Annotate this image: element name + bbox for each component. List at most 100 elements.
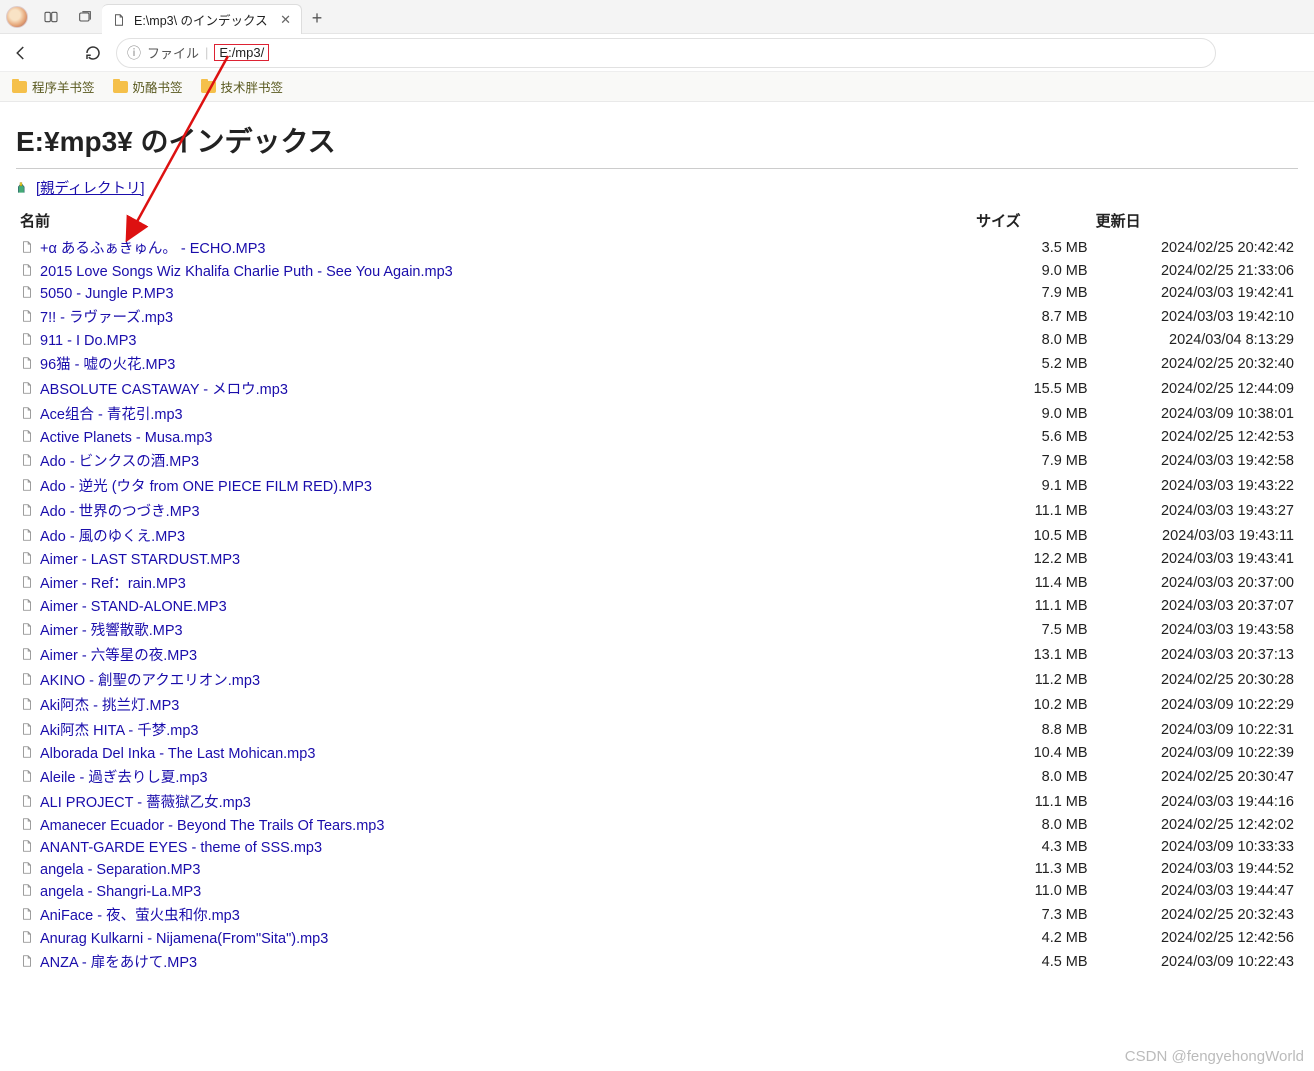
bookmark-item[interactable]: 程序羊书签: [12, 77, 95, 96]
file-size: 9.0 MB: [972, 260, 1092, 282]
table-row: angela - Shangri-La.MP311.0 MB2024/03/03…: [16, 880, 1298, 902]
file-size: 11.4 MB: [972, 570, 1092, 595]
file-date: 2024/02/25 20:42:42: [1092, 235, 1298, 260]
file-link[interactable]: ABSOLUTE CASTAWAY - メロウ.mp3: [40, 382, 288, 398]
col-date[interactable]: 更新日: [1092, 204, 1298, 235]
file-link[interactable]: Alborada Del Inka - The Last Mohican.mp3: [40, 746, 315, 762]
table-row: 911 - I Do.MP3 8.0 MB2024/03/04 8:13:29: [16, 329, 1298, 351]
file-link[interactable]: Ado - ビンクスの酒.MP3: [40, 454, 199, 470]
table-row: +α あるふぁきゅん。 - ECHO.MP33.5 MB2024/02/25 2…: [16, 235, 1298, 260]
file-link[interactable]: Ado - 逆光 (ウタ from ONE PIECE FILM RED).MP…: [40, 479, 372, 495]
table-row: Ado - 世界のつづき.MP311.1 MB2024/03/03 19:43:…: [16, 498, 1298, 523]
file-size: 7.3 MB: [972, 902, 1092, 927]
document-icon: [112, 13, 126, 27]
table-row: Anurag Kulkarni - Nijamena(From"Sita").m…: [16, 927, 1298, 949]
profile-avatar[interactable]: [0, 0, 34, 33]
file-icon: [20, 646, 34, 662]
file-link[interactable]: Ado - 風のゆくえ.MP3: [40, 529, 185, 545]
bookmark-item[interactable]: 奶酪书签: [113, 77, 183, 96]
file-link[interactable]: Anurag Kulkarni - Nijamena(From"Sita").m…: [40, 931, 328, 947]
file-link[interactable]: 5050 - Jungle P.MP3: [40, 286, 174, 302]
file-date: 2024/03/04 8:13:29: [1092, 329, 1298, 351]
new-tab-button[interactable]: +: [302, 4, 332, 33]
file-link[interactable]: Active Planets - Musa.mp3: [40, 430, 212, 446]
file-icon: [20, 308, 34, 324]
file-size: 10.5 MB: [972, 523, 1092, 548]
workspaces-icon[interactable]: [34, 0, 68, 33]
file-link[interactable]: 2015 Love Songs Wiz Khalifa Charlie Puth…: [40, 264, 453, 280]
file-icon: [20, 527, 34, 543]
file-date: 2024/02/25 12:42:53: [1092, 426, 1298, 448]
file-icon: [20, 262, 34, 278]
file-link[interactable]: Amanecer Ecuador - Beyond The Trails Of …: [40, 818, 384, 834]
file-size: 13.1 MB: [972, 642, 1092, 667]
address-bar[interactable]: ⓘ ファイル | E:/mp3/: [116, 38, 1216, 68]
address-url: E:/mp3/: [214, 44, 269, 61]
file-link[interactable]: ANANT-GARDE EYES - theme of SSS.mp3: [40, 840, 322, 856]
browser-tab[interactable]: E:\mp3\ のインデックス ✕: [102, 4, 302, 34]
file-size: 11.0 MB: [972, 880, 1092, 902]
file-link[interactable]: ANZA - 扉をあけて.MP3: [40, 955, 197, 971]
file-size: 8.0 MB: [972, 329, 1092, 351]
file-link[interactable]: Aimer - Ref：rain.MP3: [40, 576, 186, 592]
file-link[interactable]: Aimer - 六等星の夜.MP3: [40, 648, 197, 664]
file-link[interactable]: Aki阿杰 HITA - 千梦.mp3: [40, 723, 198, 739]
col-name[interactable]: 名前: [16, 204, 972, 235]
file-link[interactable]: 911 - I Do.MP3: [40, 333, 136, 349]
file-date: 2024/03/03 19:44:52: [1092, 858, 1298, 880]
file-link[interactable]: angela - Shangri-La.MP3: [40, 884, 201, 900]
parent-directory-link[interactable]: [親ディレクトリ]: [36, 177, 145, 198]
back-button[interactable]: [8, 44, 34, 62]
file-date: 2024/03/09 10:22:39: [1092, 742, 1298, 764]
file-size: 4.5 MB: [972, 949, 1092, 974]
tab-close-icon[interactable]: ✕: [280, 12, 291, 28]
file-icon: [20, 721, 34, 737]
file-size: 11.2 MB: [972, 667, 1092, 692]
page-content: E:¥mp3¥ のインデックス [親ディレクトリ] 名前 サイズ 更新日 +α …: [0, 102, 1314, 974]
file-link[interactable]: Aimer - STAND-ALONE.MP3: [40, 599, 227, 615]
file-link[interactable]: Aki阿杰 - 挑兰灯.MP3: [40, 698, 179, 714]
file-icon: [20, 696, 34, 712]
file-link[interactable]: angela - Separation.MP3: [40, 862, 200, 878]
table-row: ANANT-GARDE EYES - theme of SSS.mp34.3 M…: [16, 836, 1298, 858]
info-icon[interactable]: ⓘ: [127, 43, 141, 63]
file-link[interactable]: Aleile - 過ぎ去りし夏.mp3: [40, 770, 208, 786]
table-row: ANZA - 扉をあけて.MP34.5 MB2024/03/09 10:22:4…: [16, 949, 1298, 974]
file-link[interactable]: AniFace - 夜、萤火虫和你.mp3: [40, 908, 240, 924]
file-icon: [20, 838, 34, 854]
table-row: Ado - ビンクスの酒.MP37.9 MB2024/03/03 19:42:5…: [16, 448, 1298, 473]
table-row: Aki阿杰 - 挑兰灯.MP310.2 MB2024/03/09 10:22:2…: [16, 692, 1298, 717]
file-link[interactable]: 96猫 - 嘘の火花.MP3: [40, 357, 175, 373]
file-size: 10.2 MB: [972, 692, 1092, 717]
file-link[interactable]: +α あるふぁきゅん。 - ECHO.MP3: [40, 241, 266, 257]
file-size: 10.4 MB: [972, 742, 1092, 764]
file-link[interactable]: Aimer - LAST STARDUST.MP3: [40, 552, 240, 568]
file-link[interactable]: Aimer - 残響散歌.MP3: [40, 623, 183, 639]
file-link[interactable]: 7!! - ラヴァーズ.mp3: [40, 310, 173, 326]
col-size[interactable]: サイズ: [972, 204, 1092, 235]
table-row: AKINO - 創聖のアクエリオン.mp311.2 MB2024/02/25 2…: [16, 667, 1298, 692]
bookmarks-bar: 程序羊书签 奶酪书签 技术胖书签: [0, 72, 1314, 102]
file-date: 2024/03/03 19:42:41: [1092, 282, 1298, 304]
file-date: 2024/02/25 12:42:56: [1092, 927, 1298, 949]
titlebar: E:\mp3\ のインデックス ✕ +: [0, 0, 1314, 34]
bookmark-item[interactable]: 技术胖书签: [201, 77, 284, 96]
table-row: Alborada Del Inka - The Last Mohican.mp3…: [16, 742, 1298, 764]
reload-button[interactable]: [80, 44, 106, 62]
file-size: 8.0 MB: [972, 814, 1092, 836]
file-size: 4.2 MB: [972, 927, 1092, 949]
file-link[interactable]: ALI PROJECT - 薔薇獄乙女.mp3: [40, 795, 251, 811]
table-row: Aleile - 過ぎ去りし夏.mp3 8.0 MB2024/02/25 20:3…: [16, 764, 1298, 789]
parent-directory[interactable]: [親ディレクトリ]: [16, 177, 1298, 198]
file-date: 2024/02/25 12:42:02: [1092, 814, 1298, 836]
file-link[interactable]: Ace组合 - 青花引.mp3: [40, 407, 183, 423]
table-row: 7!! - ラヴァーズ.mp38.7 MB2024/03/03 19:42:10: [16, 304, 1298, 329]
table-row: 96猫 - 嘘の火花.MP35.2 MB2024/02/25 20:32:40: [16, 351, 1298, 376]
file-size: 8.0 MB: [972, 764, 1092, 789]
file-size: 7.9 MB: [972, 448, 1092, 473]
file-date: 2024/02/25 20:30:47: [1092, 764, 1298, 789]
file-link[interactable]: Ado - 世界のつづき.MP3: [40, 504, 200, 520]
tabs-overview-icon[interactable]: [68, 0, 102, 33]
file-link[interactable]: AKINO - 創聖のアクエリオン.mp3: [40, 673, 260, 689]
file-icon: [20, 793, 34, 809]
